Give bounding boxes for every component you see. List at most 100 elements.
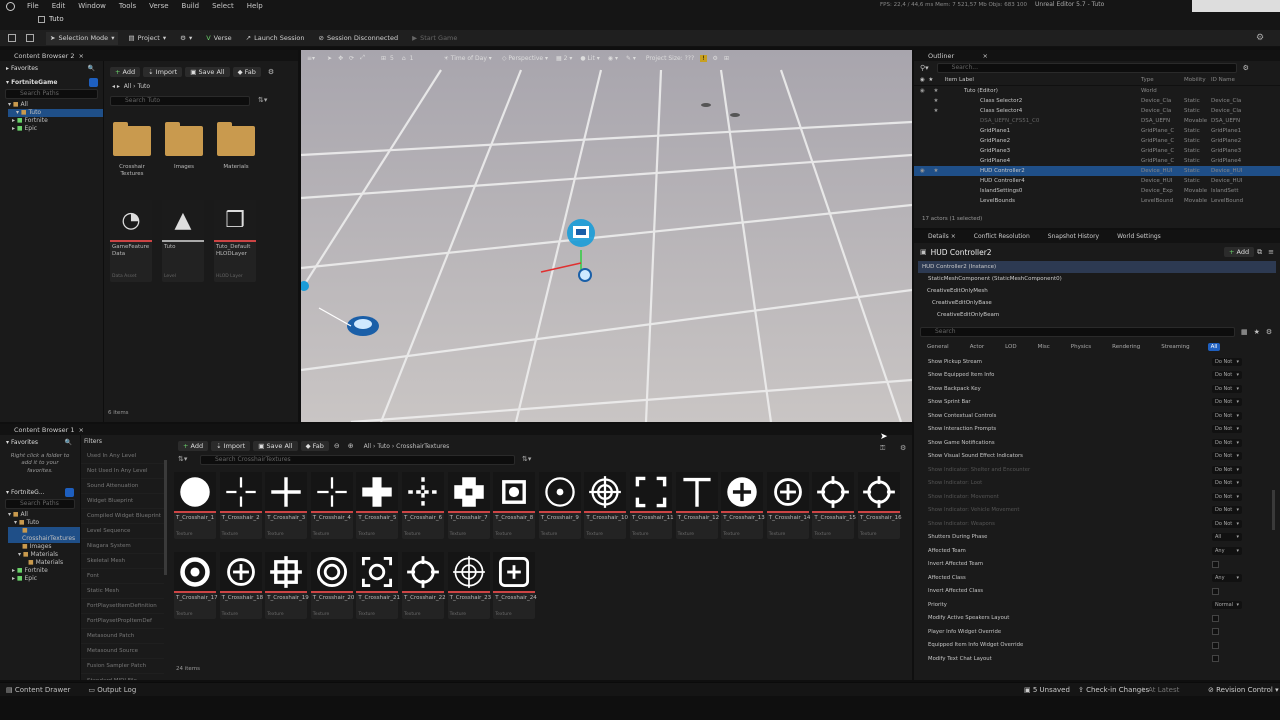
fab-button[interactable]: ◆ Fab (300, 441, 329, 451)
filter-item[interactable]: FortPlaysetItemDefinition (81, 599, 164, 614)
hamburger-icon[interactable]: ≡▾ (307, 55, 315, 62)
settings-icon[interactable]: ⚙ (1243, 64, 1249, 72)
output-log-button[interactable]: ▭ Output Log (88, 686, 136, 694)
perspective-button[interactable]: ◇ Perspective ▾ (502, 55, 548, 62)
property-value-dropdown[interactable]: Do Not (1212, 384, 1242, 393)
asset-tile[interactable]: ▲ Tuto Level (162, 200, 204, 282)
add-button[interactable]: + Add (110, 67, 141, 77)
property-value-dropdown[interactable]: Do Not (1212, 519, 1242, 528)
outliner-row[interactable]: GridPlane2 GridPlane_C Static GridPlane2 (914, 136, 1280, 146)
component-row[interactable]: CreativeEditOnlyBeam (918, 309, 1276, 321)
paths-search-input[interactable]: Search Paths (5, 499, 75, 510)
filter-item[interactable]: Standard MIDI File (81, 674, 164, 680)
tab-world-settings[interactable]: World Settings (1117, 233, 1161, 240)
asset-search-input[interactable]: Search Tuto (110, 96, 250, 106)
visibility-icon[interactable]: ◉ (920, 88, 930, 94)
layout-icon[interactable]: ⊞ (724, 55, 729, 62)
import-button[interactable]: ⇣ Import (211, 441, 251, 451)
tab-details[interactable]: Details × (928, 233, 956, 240)
texture-tile[interactable]: T_Crosshair_16 Texture (858, 472, 902, 539)
texture-tile[interactable]: T_Crosshair_22 Texture (402, 552, 446, 619)
checkbox[interactable] (1212, 614, 1219, 622)
outliner-row[interactable]: IslandSettings0 Device_Exp Movable IslandSe… (914, 186, 1280, 196)
component-row[interactable]: CreativeEditOnlyMesh (918, 285, 1276, 297)
checkbox[interactable] (1212, 587, 1219, 595)
property-value-dropdown[interactable]: Do Not (1212, 398, 1242, 407)
tree-item-all[interactable]: ▾ ■ All (8, 101, 103, 109)
texture-tile[interactable]: T_Crosshair_20 Texture (310, 552, 354, 619)
property-value-dropdown[interactable]: Normal (1212, 600, 1242, 609)
filter-item[interactable]: Skeletal Mesh (81, 554, 164, 569)
filter-item[interactable]: Metasound Patch (81, 629, 164, 644)
launch-session-button[interactable]: ↗ Launch Session (242, 32, 309, 45)
property-value-dropdown[interactable]: Do Not (1212, 465, 1242, 474)
checkbox[interactable] (1212, 628, 1219, 636)
property-value-dropdown[interactable]: Do Not (1212, 411, 1242, 420)
platform-button[interactable]: ⚙ ▾ (176, 32, 196, 45)
texture-tile[interactable]: T_Crosshair_4 Texture (310, 472, 353, 539)
tree-item-images[interactable]: ■ Images (8, 543, 80, 551)
settings-icon[interactable]: ⚙ (268, 68, 274, 76)
show-button[interactable]: ◉ ▾ (608, 55, 618, 62)
tree-item-materials[interactable]: ▾ ■ Materials (8, 551, 80, 559)
search-button[interactable] (65, 487, 74, 497)
filter-tab-streaming[interactable]: Streaming (1158, 343, 1192, 351)
settings-icon[interactable]: ⚙ (713, 55, 718, 62)
texture-tile[interactable]: T_Crosshair_23 Texture (447, 552, 491, 619)
folder-item[interactable]: Materials (214, 120, 258, 180)
property-value-dropdown[interactable]: Do Not (1212, 479, 1242, 488)
star-icon[interactable]: ★ (1254, 328, 1260, 336)
texture-tile[interactable]: T_Crosshair_14 Texture (766, 472, 810, 539)
blueprint-icon[interactable]: ⧉ (1257, 248, 1262, 257)
outliner-row[interactable]: ◉ ★ Tuto (Editor) World (914, 86, 1280, 96)
content-drawer-button[interactable]: ▤ Content Drawer (6, 686, 70, 694)
verse-button[interactable]: V Verse (202, 32, 235, 45)
snap-grid-icon[interactable]: ⊞ (381, 55, 386, 62)
filter-tab-rendering[interactable]: Rendering (1109, 343, 1143, 351)
close-icon[interactable]: × (78, 426, 83, 434)
close-icon[interactable]: × (78, 52, 83, 60)
menu-select[interactable]: Select (212, 2, 234, 10)
texture-tile[interactable]: T_Crosshair_12 Texture (675, 472, 719, 539)
checkbox[interactable] (1212, 655, 1219, 663)
outliner-row[interactable]: HUD Controller4 Device_HUI Static Device_HU… (914, 176, 1280, 186)
tab-snapshot-history[interactable]: Snapshot History (1048, 233, 1099, 240)
filter-item[interactable]: Widget Blueprint (81, 494, 164, 509)
property-value-dropdown[interactable]: Do Not (1212, 438, 1242, 447)
camera-speed-icon[interactable]: ⌂ (402, 55, 406, 62)
outliner-row[interactable]: GridPlane3 GridPlane_C Static GridPlane3 (914, 146, 1280, 156)
texture-tile[interactable]: T_Crosshair_21 Texture (356, 552, 400, 619)
session-disconnected-button[interactable]: ⊘ Session Disconnected (315, 32, 403, 45)
lock-icon[interactable]: ⚿ (880, 444, 885, 453)
texture-tile[interactable]: T_Crosshair_17 Texture (174, 552, 218, 619)
filter-item[interactable]: Fusion Sampler Patch (81, 659, 164, 674)
texture-tile[interactable]: T_Crosshair_3 Texture (265, 472, 308, 539)
chevron-right-icon[interactable]: ▸ (6, 65, 9, 72)
settings-icon[interactable]: ⚙ (1256, 33, 1264, 43)
tree-item-fortnite[interactable]: ▸ ■ Fortnite (8, 117, 103, 125)
outliner-search-input[interactable]: Search... (936, 62, 1237, 73)
at-latest-button[interactable]: ⇣ At Latest (1140, 686, 1179, 694)
texture-tile[interactable]: T_Crosshair_10 Texture (584, 472, 628, 539)
filter-item[interactable]: Font (81, 569, 164, 584)
menu-verse[interactable]: Verse (149, 2, 168, 10)
chevron-down-icon[interactable]: ▾ (6, 439, 9, 446)
property-value-dropdown[interactable]: Do Not (1212, 357, 1242, 366)
select-tool-icon[interactable]: ➤ (327, 55, 332, 62)
window-controls[interactable] (1192, 0, 1280, 12)
menu-icon[interactable]: ≡ (1268, 248, 1274, 256)
pin-icon[interactable]: ★ (930, 108, 942, 114)
selection-mode-button[interactable]: ➤ Selection Mode ▾ (46, 31, 119, 45)
filter-tab-general[interactable]: General (924, 343, 952, 351)
warning-icon[interactable]: ! (700, 54, 707, 62)
grid-button[interactable]: ▦ 2 ▾ (556, 55, 572, 62)
history-back-icon[interactable]: ⊖ (334, 442, 340, 450)
paths-search-input[interactable]: Search Paths (5, 89, 98, 99)
filter-item[interactable]: FortPlaysetPropItemDef (81, 614, 164, 629)
filter-item[interactable]: Level Sequence (81, 524, 164, 539)
content-icon[interactable] (26, 34, 34, 42)
filter-item[interactable]: Static Mesh (81, 584, 164, 599)
outliner-row[interactable]: ★ Class Selector2 Device_Cla Static Device_C… (914, 96, 1280, 106)
filter-icon[interactable]: ⚲▾ (920, 64, 929, 72)
texture-tile[interactable]: T_Crosshair_5 Texture (356, 472, 399, 539)
